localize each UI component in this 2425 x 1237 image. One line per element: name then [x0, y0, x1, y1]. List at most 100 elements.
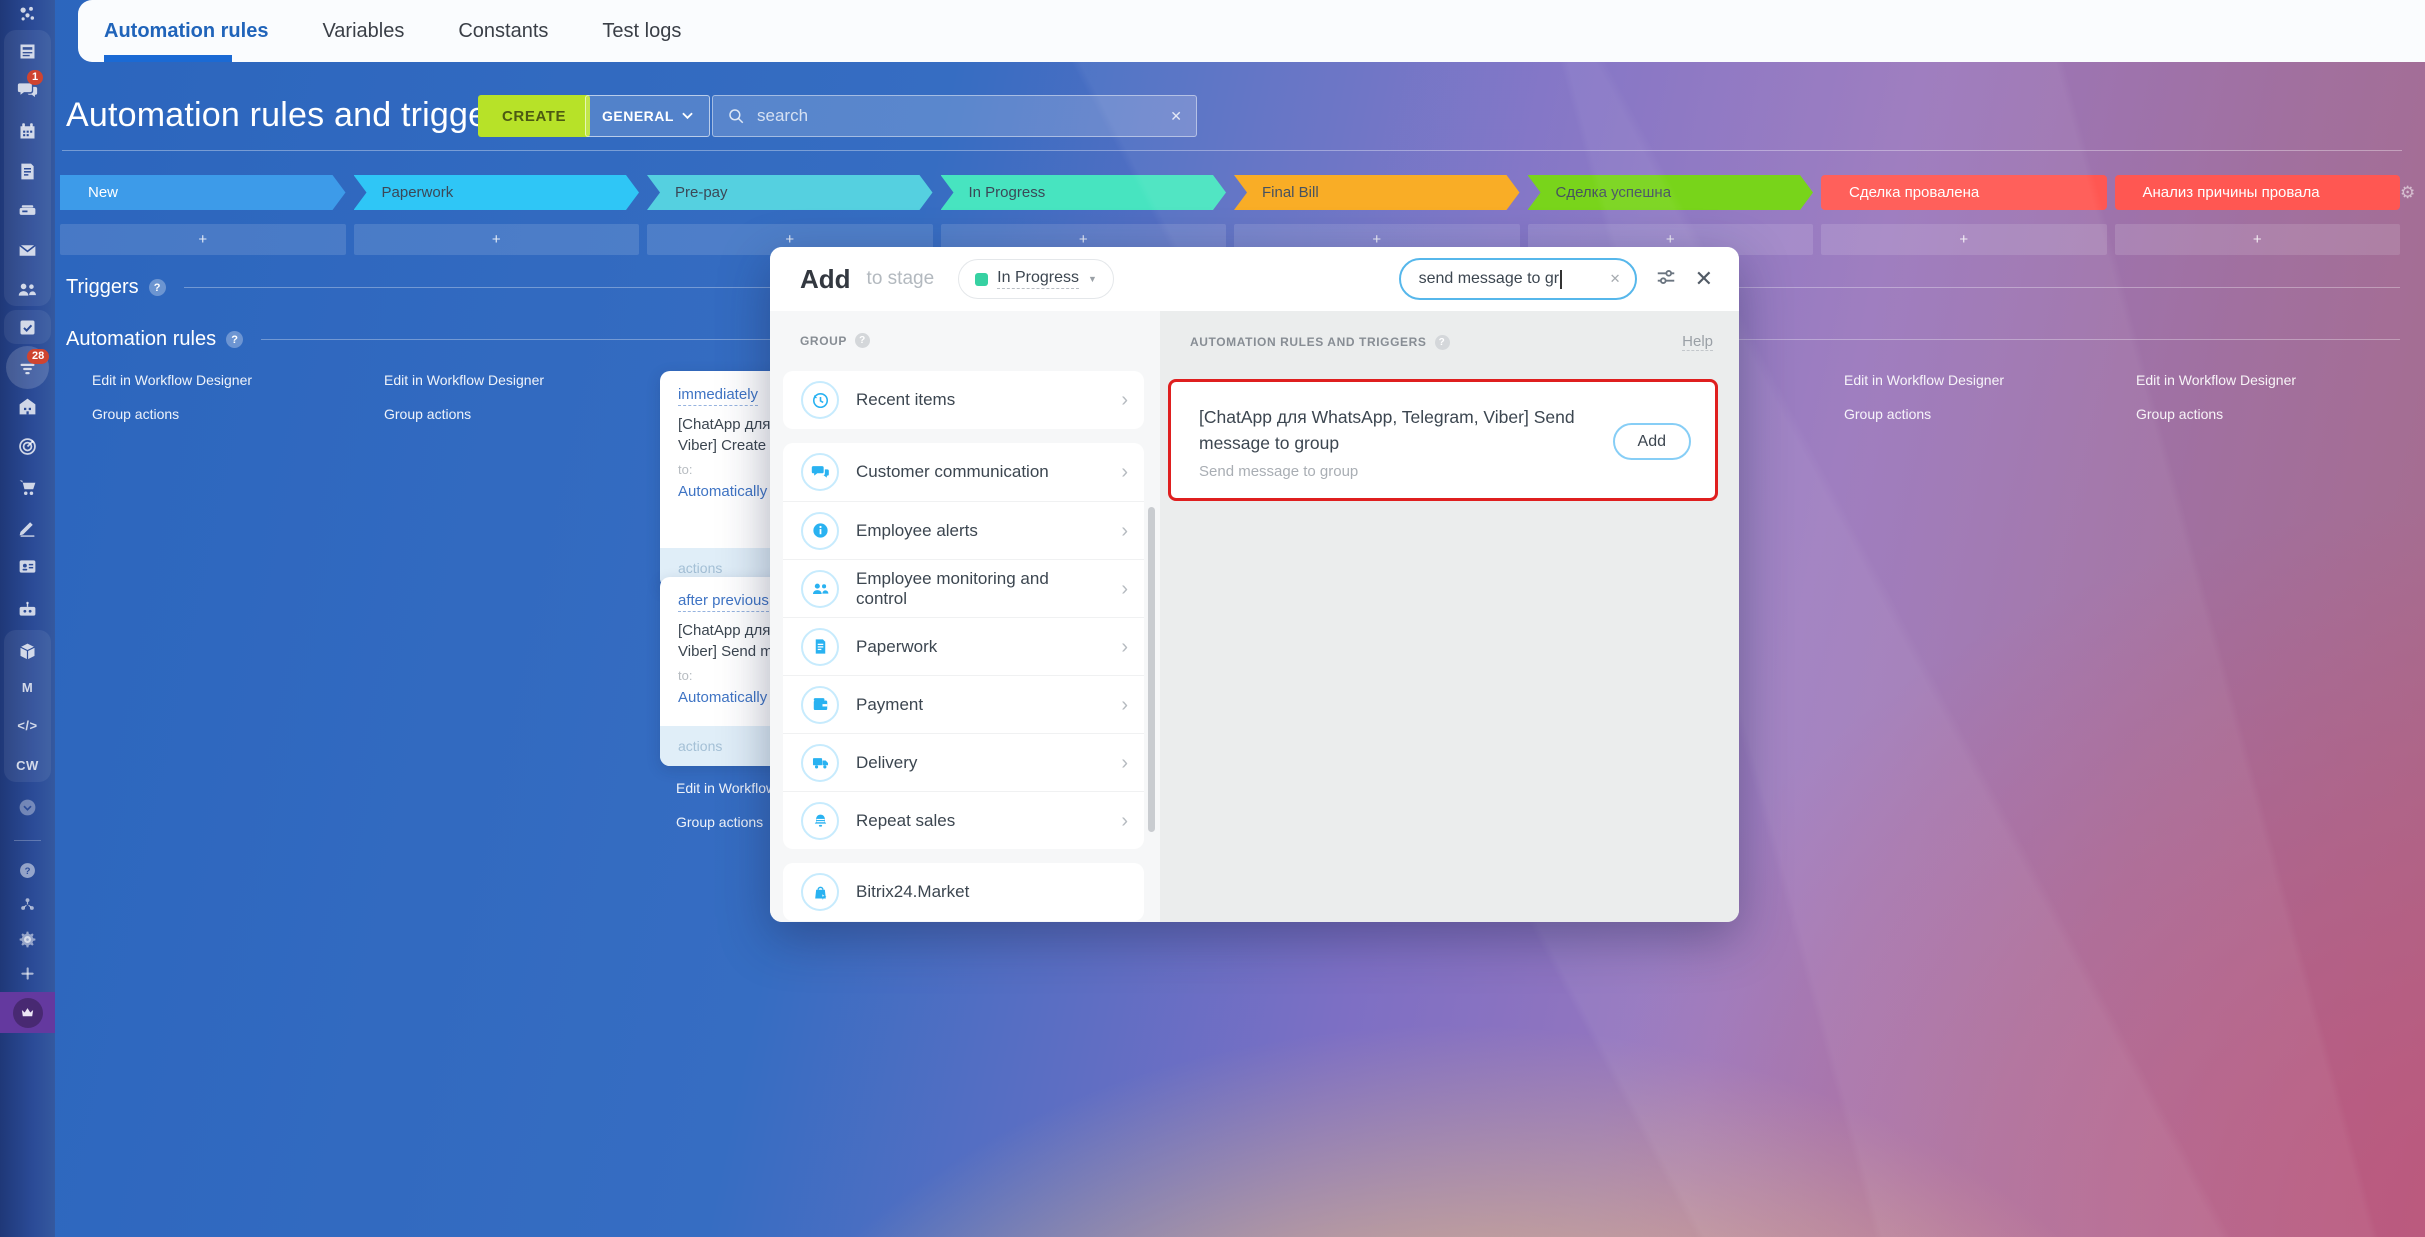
stage-chip[interactable]: In Progress ▼ [958, 259, 1114, 299]
group-item-customer-communication[interactable]: Customer communication › [783, 443, 1144, 501]
modal-group-panel: GROUP ? Recent items › Customer communic… [770, 311, 1160, 922]
active-tab-underline [104, 55, 232, 62]
crm-funnel-icon[interactable]: 28 [0, 356, 55, 380]
search-clear-icon[interactable]: ✕ [1170, 108, 1182, 125]
stage-deal-won[interactable]: Сделка успешна [1528, 175, 1814, 210]
company-icon[interactable] [0, 394, 55, 418]
automation-robot-icon[interactable] [0, 597, 55, 621]
filter-sliders-icon[interactable] [1655, 266, 1677, 293]
live-feed-icon[interactable] [0, 39, 55, 63]
header-search-input[interactable] [755, 105, 1170, 127]
modal-search-clear-icon[interactable]: ✕ [1610, 271, 1621, 287]
modal-close-icon[interactable]: ✕ [1695, 268, 1713, 290]
stage-loss-analysis[interactable]: Анализ причины провала [2115, 175, 2401, 210]
chevron-down-icon: ▼ [1088, 274, 1097, 284]
group-item-employee-monitoring[interactable]: Employee monitoring and control › [783, 559, 1144, 617]
settings-gear-icon[interactable] [0, 927, 55, 951]
result-title: [ChatApp для WhatsApp, Telegram, Viber] … [1199, 404, 1599, 457]
history-clock-icon [801, 381, 839, 419]
wallet-icon [801, 686, 839, 724]
stages-settings-gear-icon[interactable]: ⚙ [2400, 183, 2415, 203]
chat-bubbles-icon [801, 453, 839, 491]
tab-variables[interactable]: Variables [322, 20, 404, 43]
group-actions-link[interactable]: Group actions [676, 814, 763, 830]
group-item-payment[interactable]: Payment › [783, 675, 1144, 733]
help-link[interactable]: Help [1682, 333, 1713, 351]
modal-search-input[interactable]: send message to gr ✕ [1399, 258, 1637, 300]
chevron-right-icon: › [1121, 637, 1128, 657]
messenger-badge: 1 [27, 70, 43, 85]
marketing-target-icon[interactable] [0, 434, 55, 458]
rest-api-icon[interactable]: </> [0, 713, 55, 737]
add-automation-modal: Add to stage In Progress ▼ send message … [770, 247, 1739, 922]
stage-new[interactable]: New [60, 175, 346, 210]
group-item-repeat-sales[interactable]: Repeat sales › [783, 791, 1144, 849]
add-rule-plus-button[interactable]: + [60, 224, 346, 255]
group-item-paperwork[interactable]: Paperwork › [783, 617, 1144, 675]
group-actions-link[interactable]: Group actions [2136, 406, 2223, 422]
rule-schedule-link[interactable]: immediately [678, 385, 758, 406]
m-app-icon[interactable]: M [0, 675, 55, 699]
add-rule-plus-button[interactable]: + [2115, 224, 2401, 255]
create-button[interactable]: CREATE [478, 95, 590, 137]
tab-automation-rules[interactable]: Automation rules [104, 20, 268, 43]
add-plus-icon[interactable] [0, 961, 55, 985]
drive-icon[interactable] [0, 198, 55, 222]
triggers-help-icon[interactable]: ? [149, 279, 166, 296]
edit-workflow-link[interactable]: Edit in Workflow Designer [2136, 372, 2296, 388]
add-rule-plus-button[interactable]: + [1821, 224, 2107, 255]
stage-final-bill[interactable]: Final Bill [1234, 175, 1520, 210]
invite-nodes-icon[interactable] [0, 892, 55, 916]
stage-chip-label: In Progress [997, 269, 1079, 289]
tasks-icon[interactable] [0, 315, 55, 339]
rule-schedule-link[interactable]: after previous [678, 591, 769, 612]
page-title: Automation rules and triggers [66, 96, 516, 135]
text-cursor [1560, 270, 1562, 289]
result-subtitle: Send message to group [1199, 463, 1599, 480]
add-rule-plus-button[interactable]: + [354, 224, 640, 255]
results-help-icon[interactable]: ? [1435, 335, 1450, 350]
group-help-icon[interactable]: ? [855, 333, 870, 348]
triggers-heading: Triggers [66, 276, 139, 299]
collapse-chevron-icon[interactable] [0, 795, 55, 819]
tab-constants[interactable]: Constants [458, 20, 548, 43]
bitrix24-logo-icon[interactable] [0, 2, 55, 26]
employees-icon[interactable] [0, 277, 55, 301]
calendar-icon[interactable] [0, 119, 55, 143]
contact-center-icon[interactable] [0, 554, 55, 578]
stage-paperwork[interactable]: Paperwork [354, 175, 640, 210]
sales-center-cart-icon[interactable] [0, 475, 55, 499]
help-icon[interactable]: ? [0, 858, 55, 882]
messenger-icon[interactable]: 1 [0, 77, 55, 101]
group-actions-link[interactable]: Group actions [384, 406, 471, 422]
mail-icon[interactable] [0, 238, 55, 262]
pipeline-selector-button[interactable]: GENERAL [585, 95, 710, 137]
documents-icon[interactable] [0, 159, 55, 183]
edit-workflow-link[interactable]: Edit in Workflow Designer [384, 372, 544, 388]
warehouse-box-icon[interactable] [0, 639, 55, 663]
header-search-box[interactable]: ✕ [712, 95, 1197, 137]
stage-pre-pay[interactable]: Pre-pay [647, 175, 933, 210]
chevron-right-icon: › [1121, 753, 1128, 773]
sign-icon[interactable] [0, 515, 55, 539]
group-item-employee-alerts[interactable]: Employee alerts › [783, 501, 1144, 559]
document-icon [801, 628, 839, 666]
stage-deal-lost[interactable]: Сделка провалена [1821, 175, 2107, 210]
group-actions-link[interactable]: Group actions [92, 406, 179, 422]
group-item-recent-items[interactable]: Recent items › [783, 371, 1144, 429]
group-item-bitrix24-market[interactable]: Bitrix24.Market [783, 863, 1144, 921]
automation-rules-help-icon[interactable]: ? [226, 331, 243, 348]
upgrade-plan-row[interactable] [0, 992, 55, 1033]
result-card[interactable]: [ChatApp для WhatsApp, Telegram, Viber] … [1168, 379, 1718, 501]
group-list-scrollbar[interactable] [1148, 507, 1155, 832]
cw-app-icon[interactable]: CW [0, 753, 55, 777]
group-actions-link[interactable]: Group actions [1844, 406, 1931, 422]
stage-in-progress[interactable]: In Progress [941, 175, 1227, 210]
sidebar-divider [14, 840, 41, 841]
group-item-delivery[interactable]: Delivery › [783, 733, 1144, 791]
result-add-button[interactable]: Add [1613, 423, 1691, 460]
edit-workflow-link[interactable]: Edit in Workflow Designer [92, 372, 252, 388]
edit-workflow-link[interactable]: Edit in Workflow Designer [1844, 372, 2004, 388]
tab-test-logs[interactable]: Test logs [602, 20, 681, 43]
page-header: Automation rules and triggers CREATE GEN… [0, 62, 2425, 152]
